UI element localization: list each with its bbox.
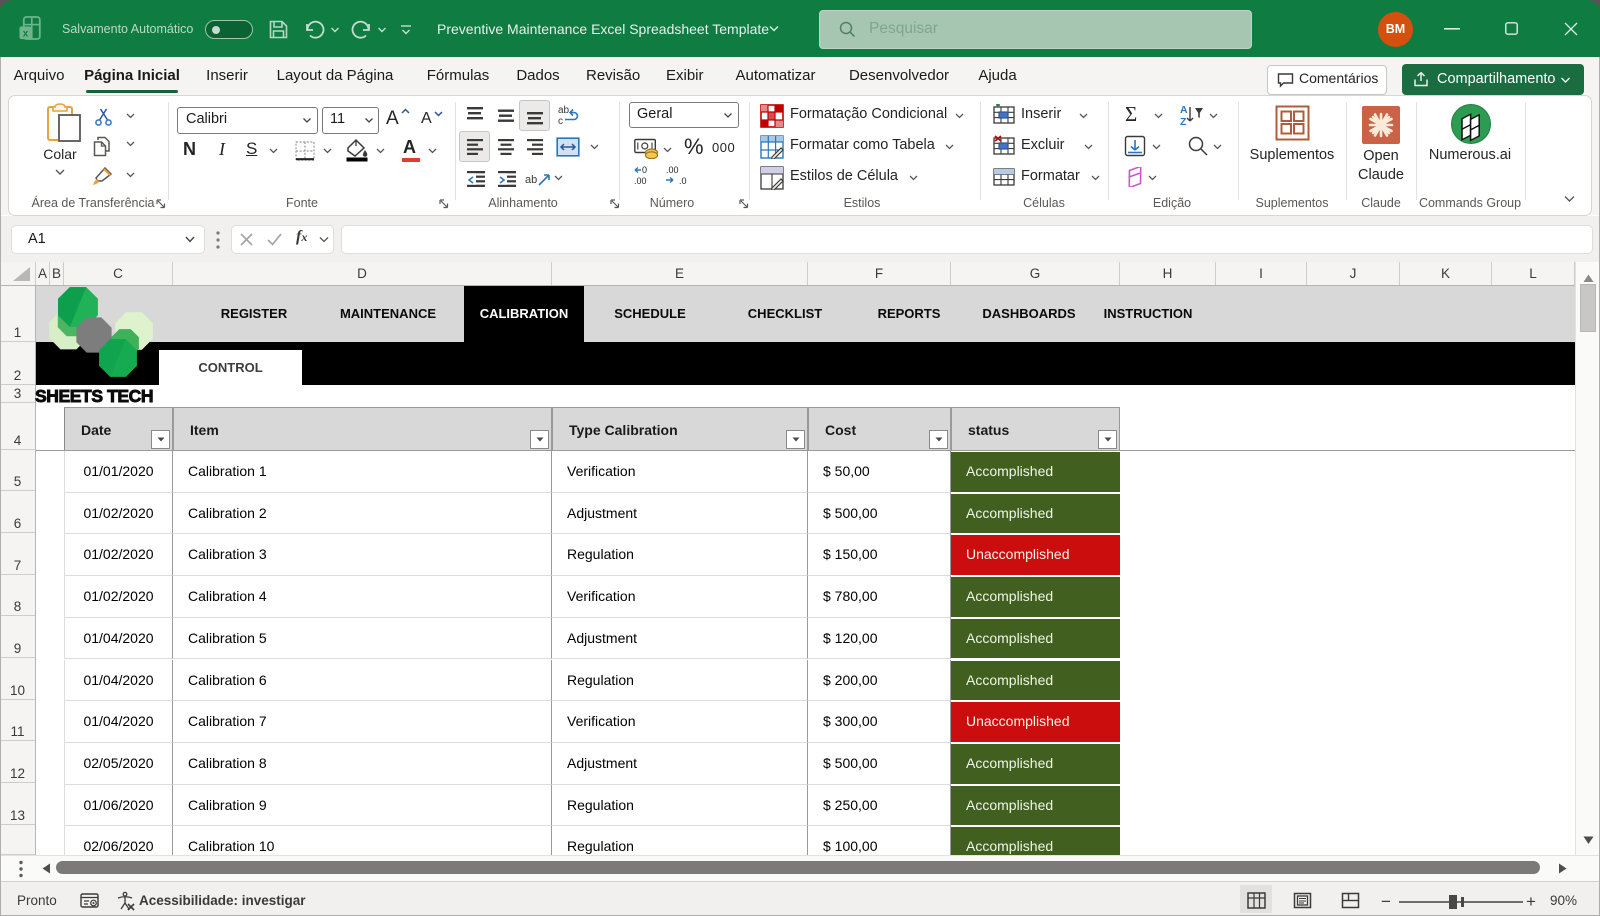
svg-text:Z: Z (1180, 116, 1187, 127)
svg-text:x: x (23, 28, 29, 39)
svg-text:.0: .0 (679, 176, 687, 186)
svg-text:0: 0 (642, 165, 647, 175)
svg-text:.00: .00 (634, 176, 647, 186)
svg-text:.00: .00 (666, 165, 679, 175)
svg-text:ab: ab (525, 174, 537, 186)
svg-text:c: c (558, 116, 563, 127)
svg-text:A: A (1180, 104, 1188, 116)
svg-text:ab: ab (558, 105, 570, 116)
